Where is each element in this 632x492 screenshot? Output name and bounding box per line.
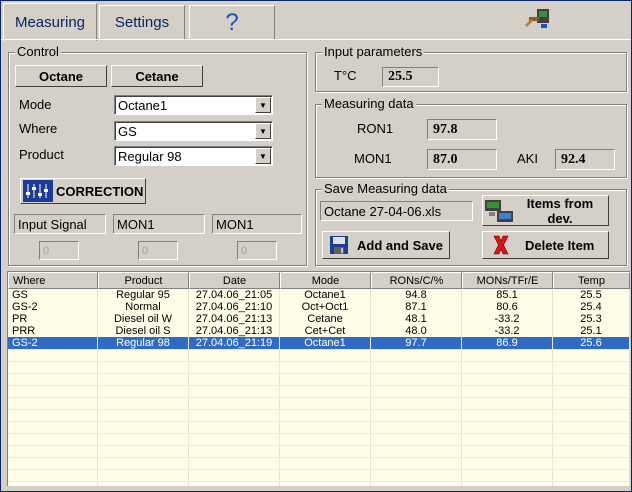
where-select[interactable]: GS ▼ [114,121,273,141]
mode-value: Octane1 [118,98,168,113]
column-header[interactable]: Product [98,272,189,289]
tab-divider [1,39,631,40]
input-parameters-group: Input parameters [315,44,627,92]
devices-icon [485,199,513,222]
product-select[interactable]: Regular 98 ▼ [114,146,273,166]
octane-button[interactable]: Octane [15,65,107,87]
measurements-table[interactable]: Where Product Date Mode RONs/C/% MONs/TF… [7,271,630,486]
add-and-save-label: Add and Save [357,237,443,253]
temperature-value: 25.5 [382,67,439,87]
mode-select[interactable]: Octane1 ▼ [114,95,273,115]
tab-measuring-label: Measuring [14,14,86,31]
control-group-title: Control [15,44,61,59]
cetane-button[interactable]: Cetane [111,65,203,87]
device-connection-icon[interactable] [523,7,553,31]
table-grid [8,289,630,486]
save-data-title: Save Measuring data [322,181,449,196]
correction-label: CORRECTION [56,183,144,199]
ron-label: RON1 [357,121,394,136]
items-from-dev-button[interactable]: Items from dev. [482,195,609,226]
save-filename-field[interactable]: Octane 27-04-06.xls [320,201,473,221]
chevron-down-icon[interactable]: ▼ [255,97,271,113]
delete-item-label: Delete Item [525,237,595,253]
signal-input-2[interactable]: 0 [138,241,178,260]
delete-item-button[interactable]: Delete Item [482,231,609,259]
column-header[interactable]: Mode [280,272,371,289]
items-from-dev-label: Items from dev. [526,195,594,226]
add-and-save-button[interactable]: Add and Save [322,231,450,259]
column-header[interactable]: Date [189,272,280,289]
correction-button[interactable]: CORRECTION [20,178,146,204]
signal-input-3[interactable]: 0 [237,241,277,260]
chevron-down-icon[interactable]: ▼ [255,148,271,164]
tab-settings-label: Settings [114,14,170,31]
delete-x-icon [493,235,509,255]
column-header[interactable]: Temp [553,272,630,289]
mon-label: MON1 [354,151,392,166]
tab-help[interactable]: ? [189,5,275,39]
tab-measuring[interactable]: Measuring [3,3,97,41]
signal-channel-1: MON1 [113,214,205,234]
product-value: Regular 98 [118,149,182,164]
table-header: Where Product Date Mode RONs/C/% MONs/TF… [8,272,630,289]
ron-value: 97.8 [427,119,497,140]
aki-value: 92.4 [555,149,615,170]
equalizer-icon [23,180,53,202]
product-label: Product [19,147,64,162]
floppy-disk-icon [330,236,348,254]
temperature-label: T°C [334,68,357,83]
tab-help-label: ? [225,8,239,36]
chevron-down-icon[interactable]: ▼ [255,123,271,139]
where-value: GS [118,124,137,139]
aki-label: AKI [517,151,538,166]
tab-bar: Measuring Settings ? [1,1,631,41]
column-header[interactable]: MONs/TFr/E [462,272,553,289]
input-signal-label: Input Signal [14,214,106,234]
measuring-data-title: Measuring data [322,96,416,111]
signal-input-1[interactable]: 0 [39,241,79,260]
tab-settings[interactable]: Settings [99,5,185,39]
app-window: Measuring Settings ? Control Octane Ceta… [0,0,632,492]
mon-value: 87.0 [427,149,497,170]
where-label: Where [19,121,58,136]
input-parameters-title: Input parameters [322,44,425,59]
column-header[interactable]: RONs/C/% [371,272,462,289]
signal-channel-2: MON1 [212,214,302,234]
column-header[interactable]: Where [8,272,98,289]
mode-label: Mode [19,97,52,112]
